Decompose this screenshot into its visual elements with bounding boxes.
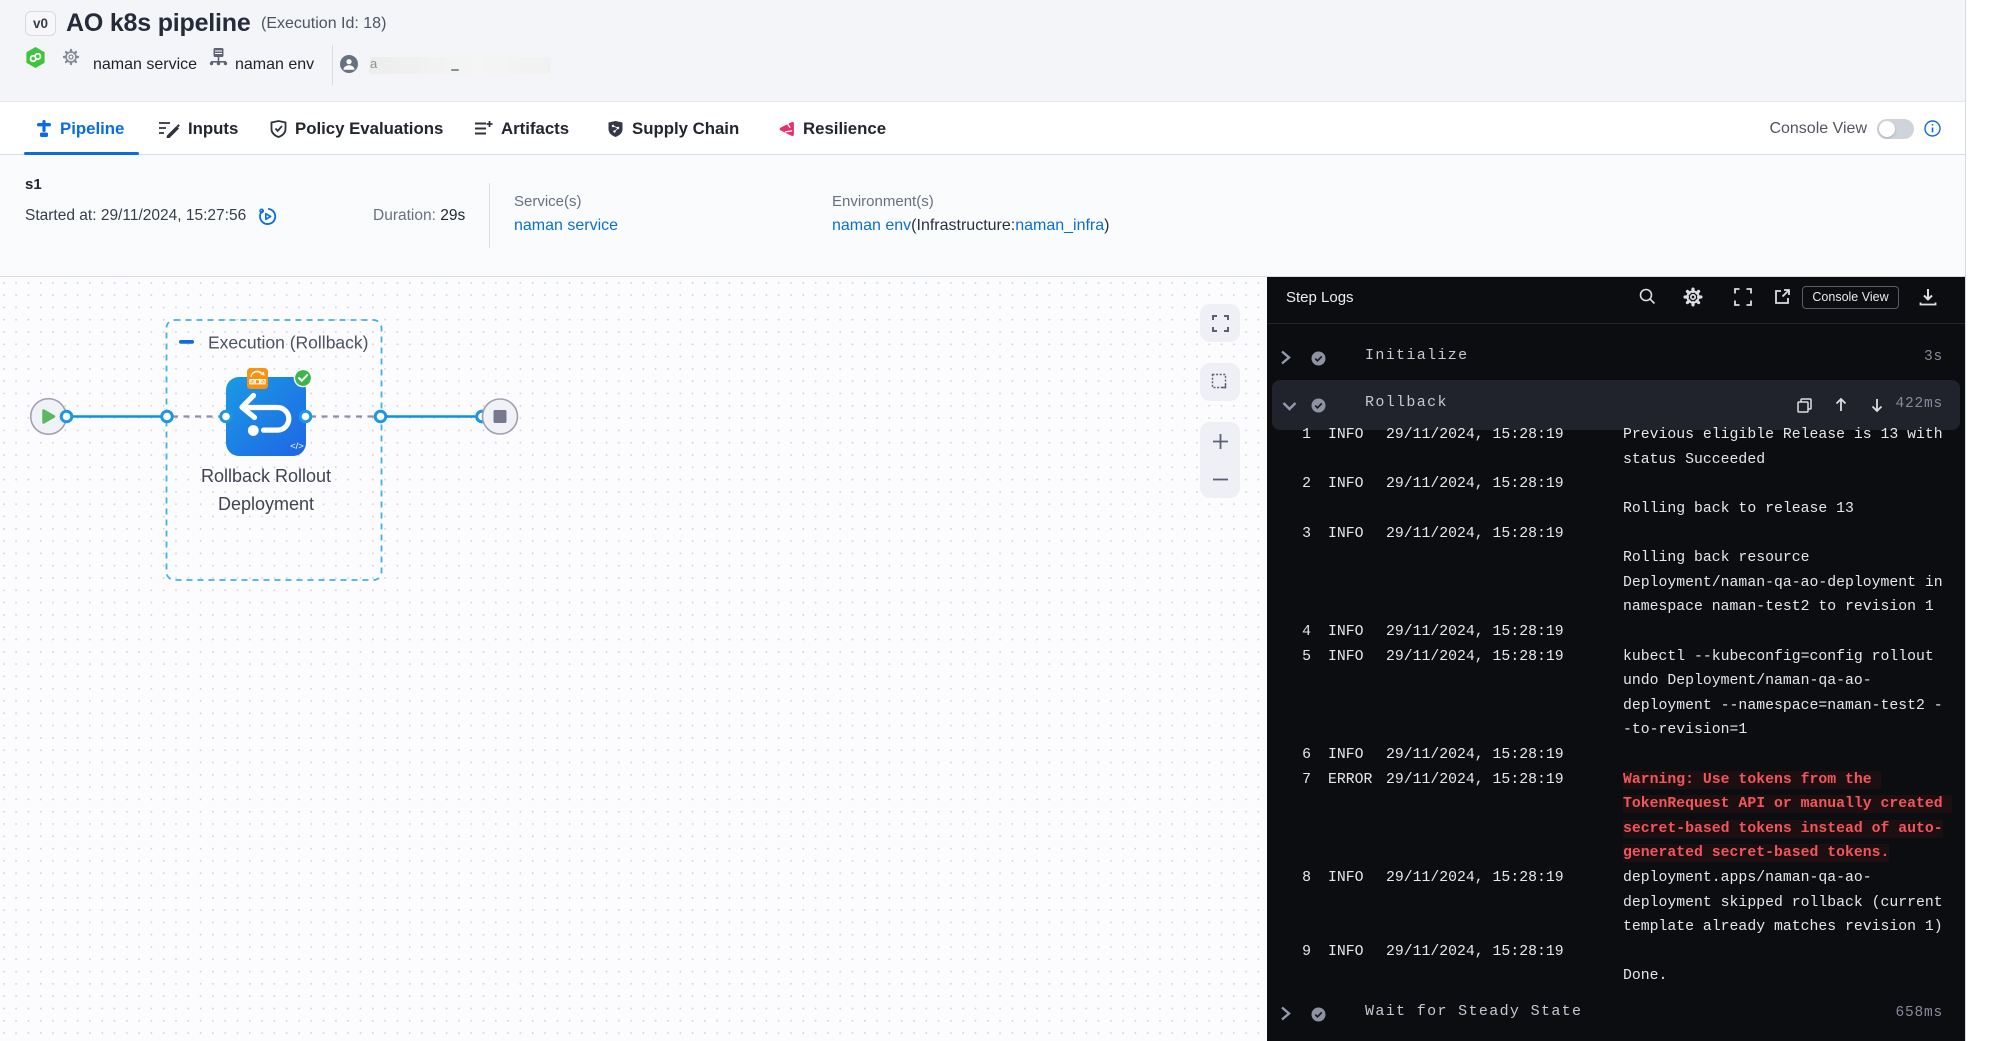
- svg-text:Execution (Rollback): Execution (Rollback): [208, 333, 368, 353]
- svg-text:Rollback Rollout: Rollback Rollout: [201, 466, 331, 486]
- svg-text:</>: </>: [290, 441, 304, 452]
- svg-text:Deployment: Deployment: [218, 494, 314, 514]
